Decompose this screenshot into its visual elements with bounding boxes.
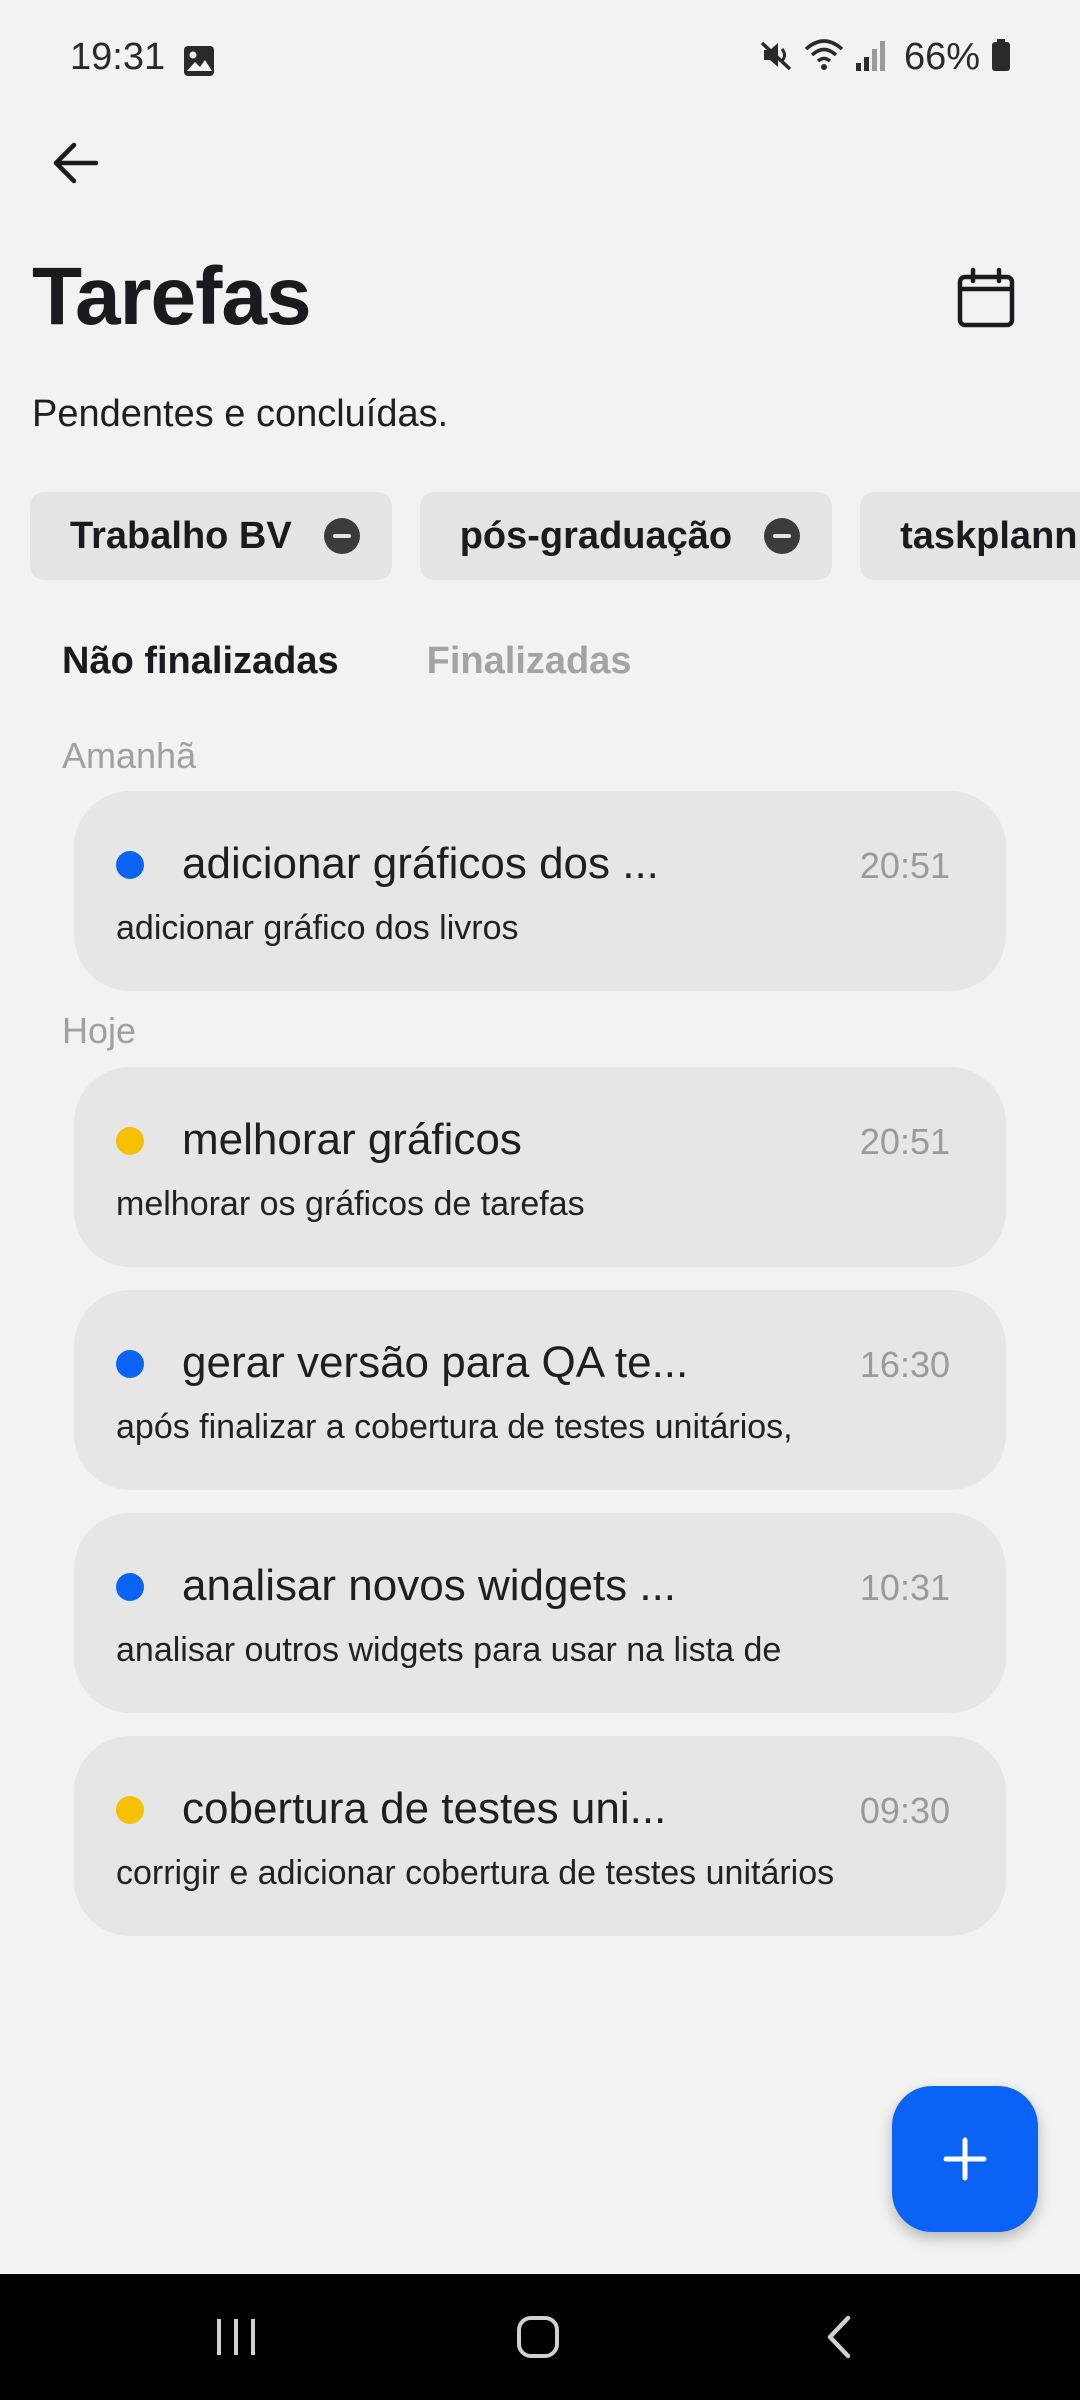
task-description: melhorar os gráficos de tarefas (116, 1185, 585, 1223)
filter-chip[interactable]: pós-graduação (419, 492, 833, 580)
filter-chip[interactable]: taskplann (860, 492, 1080, 580)
plus-icon (943, 2137, 987, 2181)
section-label-amanha: Amanhã (62, 735, 197, 776)
task-description: corrigir e adicionar cobertura de testes… (116, 1854, 835, 1892)
task-color-dot (116, 1573, 144, 1601)
task-color-dot (116, 1127, 144, 1155)
task-title: analisar novos widgets ... (182, 1561, 677, 1610)
home-button[interactable] (498, 2302, 578, 2372)
recent-apps-button[interactable] (196, 2302, 276, 2372)
status-time: 19:31 (70, 36, 166, 78)
system-back-button[interactable] (800, 2302, 880, 2372)
battery-percentage: 66% (903, 36, 980, 78)
tab-nao-finalizadas[interactable]: Não finalizadas (62, 640, 339, 683)
task-description: após finalizar a cobertura de testes uni… (116, 1408, 793, 1446)
task-description: analisar outros widgets para usar na lis… (116, 1631, 782, 1669)
battery-icon (990, 37, 1012, 78)
task-time: 20:51 (859, 845, 950, 886)
system-nav-bar (0, 2274, 1080, 2400)
task-color-dot (116, 851, 144, 879)
task-card[interactable]: melhorar gráficos 20:51 melhorar os gráf… (74, 1067, 1006, 1267)
signal-icon (854, 37, 888, 78)
chip-label: taskplann (900, 514, 1078, 557)
section-label-hoje: Hoje (62, 1010, 137, 1051)
task-time: 09:30 (859, 1790, 950, 1831)
filter-chips: Trabalho BV pós-graduação taskplann (30, 492, 1080, 580)
chip-label: Trabalho BV (70, 514, 292, 557)
task-color-dot (116, 1796, 144, 1824)
task-card[interactable]: cobertura de testes uni... 09:30 corrigi… (74, 1736, 1006, 1936)
recent-apps-icon (217, 2319, 255, 2355)
gallery-icon (182, 44, 216, 78)
task-card[interactable]: analisar novos widgets ... 10:31 analisa… (74, 1513, 1006, 1713)
remove-circle-icon[interactable] (323, 518, 360, 554)
home-icon (517, 2316, 559, 2358)
task-time: 16:30 (859, 1344, 950, 1385)
back-arrow-icon (53, 142, 99, 184)
calendar-icon (957, 267, 1015, 328)
calendar-button[interactable] (950, 262, 1022, 334)
task-time: 10:31 (859, 1567, 950, 1608)
add-task-button[interactable] (892, 2086, 1038, 2232)
task-color-dot (116, 1350, 144, 1378)
task-title: cobertura de testes uni... (182, 1784, 667, 1833)
remove-circle-icon[interactable] (764, 518, 801, 554)
page-title: Tarefas (32, 251, 312, 342)
page-subtitle: Pendentes e concluídas. (32, 393, 449, 435)
screen: 19:31 66% Tarefas Pendentes e concluídas… (0, 0, 1080, 2400)
status-icons: 66% (758, 36, 1012, 79)
task-title: gerar versão para QA te... (182, 1338, 689, 1387)
back-icon (827, 2315, 851, 2359)
task-card[interactable]: gerar versão para QA te... 16:30 após fi… (74, 1290, 1006, 1490)
back-button[interactable] (40, 128, 110, 198)
task-title: adicionar gráficos dos ... (182, 839, 659, 888)
wifi-icon (804, 37, 844, 78)
chip-label: pós-graduação (459, 514, 733, 557)
task-description: adicionar gráfico dos livros (116, 909, 519, 947)
status-bar: 19:31 66% (0, 0, 1080, 120)
filter-chip[interactable]: Trabalho BV (30, 492, 392, 580)
tab-bar: Não finalizadas Finalizadas (62, 640, 631, 683)
task-card[interactable]: adicionar gráficos dos ... 20:51 adicion… (74, 791, 1006, 991)
tab-finalizadas[interactable]: Finalizadas (427, 640, 632, 683)
task-title: melhorar gráficos (182, 1115, 522, 1164)
mute-icon (758, 37, 794, 78)
task-time: 20:51 (859, 1121, 950, 1162)
